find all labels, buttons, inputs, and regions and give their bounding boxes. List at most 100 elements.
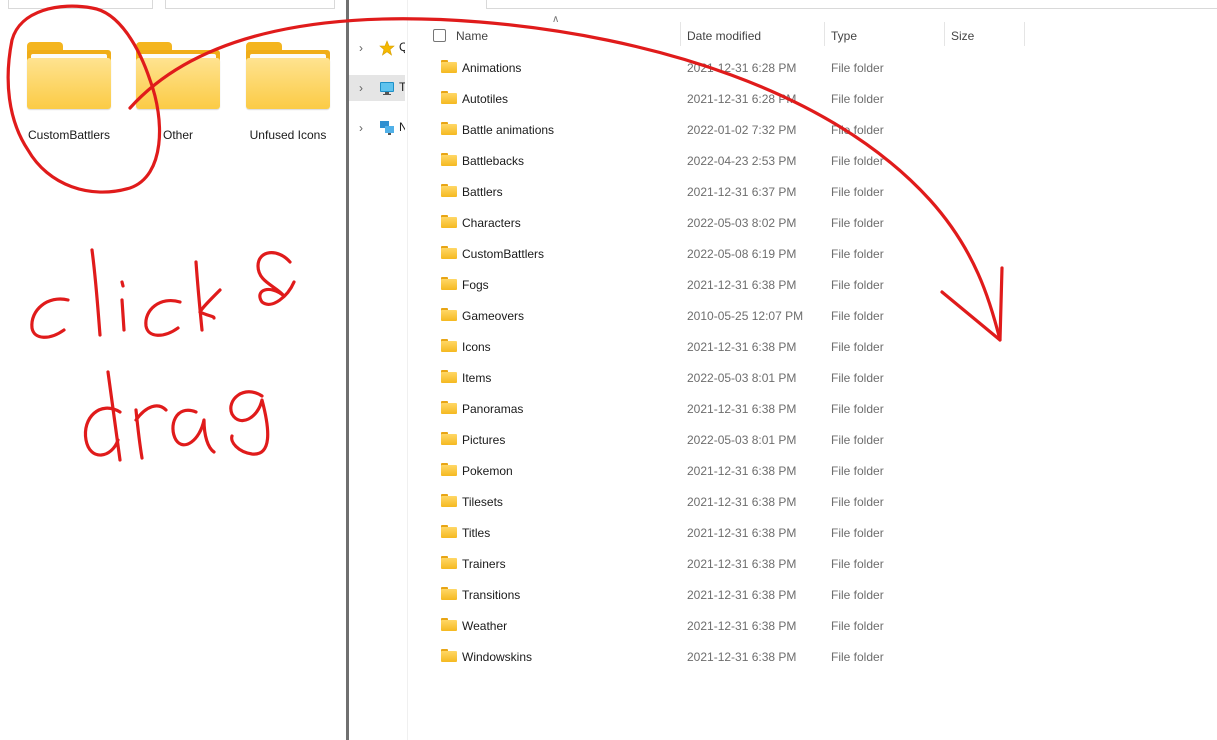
file-type: File folder bbox=[831, 371, 884, 385]
left-explorer-window: CustomBattlers Other Unfused Icons bbox=[0, 0, 346, 740]
date-modified: 2022-05-03 8:02 PM bbox=[687, 216, 797, 230]
table-row[interactable]: Trainers 2021-12-31 6:38 PM File folder bbox=[433, 548, 1193, 579]
file-name: CustomBattlers bbox=[462, 247, 545, 261]
file-type: File folder bbox=[831, 464, 884, 478]
left-toolbar-field bbox=[8, 0, 153, 9]
nav-item-network[interactable]: › N bbox=[349, 115, 405, 141]
file-type: File folder bbox=[831, 278, 884, 292]
folder-icon bbox=[441, 184, 457, 197]
folder-icon bbox=[246, 40, 330, 110]
table-row[interactable]: Weather 2021-12-31 6:38 PM File folder bbox=[433, 610, 1193, 641]
nav-item-label: T bbox=[399, 80, 405, 94]
date-modified: 2021-12-31 6:37 PM bbox=[687, 185, 797, 199]
file-name: Panoramas bbox=[462, 402, 524, 416]
table-row[interactable]: Battlebacks 2022-04-23 2:53 PM File folder bbox=[433, 145, 1193, 176]
table-row[interactable]: CustomBattlers 2022-05-08 6:19 PM File fol… bbox=[433, 238, 1193, 269]
file-type: File folder bbox=[831, 495, 884, 509]
file-name: Animations bbox=[462, 61, 522, 75]
file-name: Pictures bbox=[462, 433, 506, 447]
column-header-name[interactable]: Name bbox=[448, 22, 680, 48]
file-type: File folder bbox=[831, 557, 884, 571]
table-row[interactable]: Items 2022-05-03 8:01 PM File folder bbox=[433, 362, 1193, 393]
file-type: File folder bbox=[831, 619, 884, 633]
table-row[interactable]: Windowskins 2021-12-31 6:38 PM File folder bbox=[433, 641, 1193, 672]
folder-icon bbox=[441, 91, 457, 104]
folder-item-other[interactable]: Other bbox=[126, 40, 230, 150]
folder-icon bbox=[441, 339, 457, 352]
folder-icon bbox=[441, 494, 457, 507]
column-header-size[interactable]: Size bbox=[945, 22, 1023, 48]
column-header-type[interactable]: Type bbox=[825, 22, 943, 48]
table-row[interactable]: Pictures 2022-05-03 8:01 PM File folder bbox=[433, 424, 1193, 455]
file-name: Weather bbox=[462, 619, 508, 633]
file-type: File folder bbox=[831, 650, 884, 664]
file-type: File folder bbox=[831, 340, 884, 354]
table-row[interactable]: Panoramas 2021-12-31 6:38 PM File folder bbox=[433, 393, 1193, 424]
chevron-right-icon[interactable]: › bbox=[359, 121, 363, 135]
file-name: Battle animations bbox=[462, 123, 555, 137]
folder-icon bbox=[441, 308, 457, 321]
file-type: File folder bbox=[831, 588, 884, 602]
date-modified: 2021-12-31 6:38 PM bbox=[687, 588, 797, 602]
folder-icon bbox=[441, 649, 457, 662]
file-type: File folder bbox=[831, 123, 884, 137]
file-name: Windowskins bbox=[462, 650, 533, 664]
file-name: Tilesets bbox=[462, 495, 503, 509]
file-type: File folder bbox=[831, 247, 884, 261]
folder-icon bbox=[441, 153, 457, 166]
file-name: Icons bbox=[462, 340, 491, 354]
table-row[interactable]: Battle animations 2022-01-02 7:32 PM File … bbox=[433, 114, 1193, 145]
select-all-checkbox[interactable] bbox=[433, 29, 446, 42]
file-type: File folder bbox=[831, 92, 884, 106]
table-row[interactable]: Battlers 2021-12-31 6:37 PM File folder bbox=[433, 176, 1193, 207]
table-row[interactable]: Animations 2021-12-31 6:28 PM File folder bbox=[433, 52, 1193, 83]
table-row[interactable]: Tilesets 2021-12-31 6:38 PM File folder bbox=[433, 486, 1193, 517]
column-header-date-modified[interactable]: Date modified bbox=[681, 22, 824, 48]
file-type: File folder bbox=[831, 402, 884, 416]
folder-icon bbox=[441, 618, 457, 631]
folder-item-unfused-icons[interactable]: Unfused Icons bbox=[236, 40, 340, 150]
table-row[interactable]: Fogs 2021-12-31 6:38 PM File folder bbox=[433, 269, 1193, 300]
details-view: ∧ Name Date modified Type Size Animation… bbox=[408, 0, 1217, 740]
date-modified: 2021-12-31 6:38 PM bbox=[687, 495, 797, 509]
chevron-right-icon[interactable]: › bbox=[359, 41, 363, 55]
nav-item-quick-access[interactable]: › Q bbox=[349, 35, 405, 61]
column-header-label: Date modified bbox=[687, 29, 762, 43]
nav-item-this-pc[interactable]: › T bbox=[349, 75, 405, 101]
date-modified: 2010-05-25 12:07 PM bbox=[687, 309, 804, 323]
file-name: Items bbox=[462, 371, 492, 385]
file-name: Titles bbox=[462, 526, 491, 540]
folder-icon bbox=[441, 556, 457, 569]
table-row[interactable]: Autotiles 2021-12-31 6:28 PM File folder bbox=[433, 83, 1193, 114]
table-row[interactable]: Characters 2022-05-03 8:02 PM File folder bbox=[433, 207, 1193, 238]
folder-item-custombattlers[interactable]: CustomBattlers bbox=[17, 40, 121, 150]
table-row[interactable]: Transitions 2021-12-31 6:38 PM File folder bbox=[433, 579, 1193, 610]
folder-icon bbox=[441, 60, 457, 73]
date-modified: 2022-01-02 7:32 PM bbox=[687, 123, 797, 137]
date-modified: 2021-12-31 6:38 PM bbox=[687, 557, 797, 571]
table-row[interactable]: Icons 2021-12-31 6:38 PM File folder bbox=[433, 331, 1193, 362]
column-header-label: Size bbox=[951, 29, 975, 43]
chevron-right-icon[interactable]: › bbox=[359, 81, 363, 95]
table-row[interactable]: Titles 2021-12-31 6:38 PM File folder bbox=[433, 517, 1193, 548]
folder-icon bbox=[441, 246, 457, 259]
column-header-label: Type bbox=[831, 29, 858, 43]
column-separator[interactable] bbox=[1024, 22, 1025, 46]
file-type: File folder bbox=[831, 526, 884, 540]
folder-label: Other bbox=[162, 128, 193, 142]
folder-icon bbox=[27, 40, 111, 110]
file-type: File folder bbox=[831, 61, 884, 75]
date-modified: 2021-12-31 6:28 PM bbox=[687, 92, 797, 106]
file-name: Trainers bbox=[462, 557, 506, 571]
date-modified: 2022-05-03 8:01 PM bbox=[687, 371, 797, 385]
date-modified: 2022-04-23 2:53 PM bbox=[687, 154, 797, 168]
date-modified: 2022-05-08 6:19 PM bbox=[687, 247, 797, 261]
folder-label: Unfused Icons bbox=[249, 128, 327, 142]
file-type: File folder bbox=[831, 185, 884, 199]
table-row[interactable]: Pokemon 2021-12-31 6:38 PM File folder bbox=[433, 455, 1193, 486]
table-row[interactable]: Gameovers 2010-05-25 12:07 PM File folder bbox=[433, 300, 1193, 331]
nav-item-label: Q bbox=[399, 40, 405, 54]
monitor-icon bbox=[380, 82, 394, 95]
folder-icon bbox=[136, 40, 220, 110]
folder-icon bbox=[441, 463, 457, 476]
